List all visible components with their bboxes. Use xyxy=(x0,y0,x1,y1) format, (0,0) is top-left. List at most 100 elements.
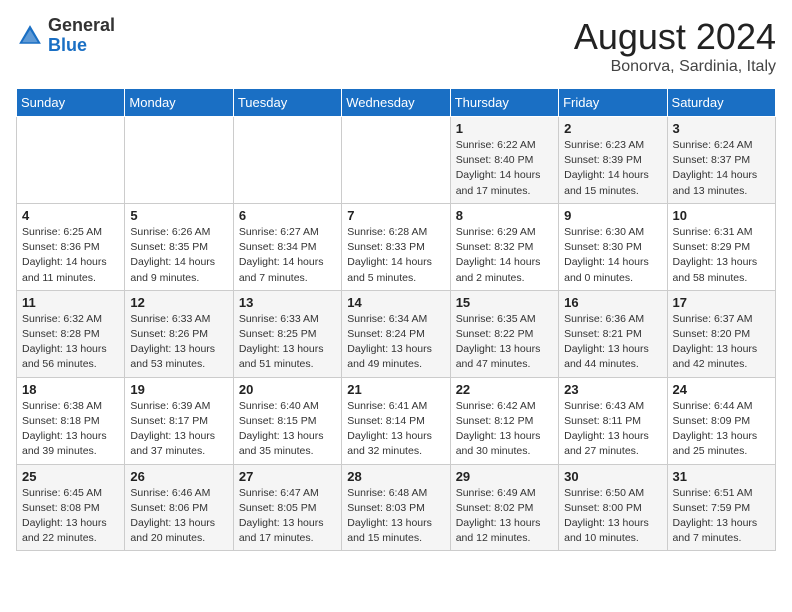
calendar-table: SundayMondayTuesdayWednesdayThursdayFrid… xyxy=(16,88,776,551)
calendar-cell: 23 Sunrise: 6:43 AM Sunset: 8:11 PM Dayli… xyxy=(559,377,667,464)
calendar-cell: 16 Sunrise: 6:36 AM Sunset: 8:21 PM Dayli… xyxy=(559,290,667,377)
day-number: 28 xyxy=(347,469,444,484)
day-header-thursday: Thursday xyxy=(450,89,558,117)
day-detail: Sunrise: 6:25 AM Sunset: 8:36 PM Dayligh… xyxy=(22,225,119,286)
day-number: 27 xyxy=(239,469,336,484)
day-detail: Sunrise: 6:26 AM Sunset: 8:35 PM Dayligh… xyxy=(130,225,227,286)
location-subtitle: Bonorva, Sardinia, Italy xyxy=(574,58,776,76)
day-number: 16 xyxy=(564,295,661,310)
day-detail: Sunrise: 6:33 AM Sunset: 8:26 PM Dayligh… xyxy=(130,312,227,373)
calendar-header: SundayMondayTuesdayWednesdayThursdayFrid… xyxy=(17,89,776,117)
day-detail: Sunrise: 6:22 AM Sunset: 8:40 PM Dayligh… xyxy=(456,138,553,199)
logo-icon xyxy=(16,22,44,50)
day-number: 21 xyxy=(347,382,444,397)
day-number: 22 xyxy=(456,382,553,397)
calendar-cell: 15 Sunrise: 6:35 AM Sunset: 8:22 PM Dayli… xyxy=(450,290,558,377)
day-header-tuesday: Tuesday xyxy=(233,89,341,117)
day-number: 20 xyxy=(239,382,336,397)
calendar-cell: 14 Sunrise: 6:34 AM Sunset: 8:24 PM Dayli… xyxy=(342,290,450,377)
day-detail: Sunrise: 6:34 AM Sunset: 8:24 PM Dayligh… xyxy=(347,312,444,373)
day-detail: Sunrise: 6:23 AM Sunset: 8:39 PM Dayligh… xyxy=(564,138,661,199)
day-number: 30 xyxy=(564,469,661,484)
day-detail: Sunrise: 6:38 AM Sunset: 8:18 PM Dayligh… xyxy=(22,399,119,460)
day-detail: Sunrise: 6:39 AM Sunset: 8:17 PM Dayligh… xyxy=(130,399,227,460)
day-number: 4 xyxy=(22,208,119,223)
logo: General Blue xyxy=(16,16,115,56)
day-detail: Sunrise: 6:27 AM Sunset: 8:34 PM Dayligh… xyxy=(239,225,336,286)
day-detail: Sunrise: 6:24 AM Sunset: 8:37 PM Dayligh… xyxy=(673,138,770,199)
day-detail: Sunrise: 6:47 AM Sunset: 8:05 PM Dayligh… xyxy=(239,486,336,547)
calendar-cell: 3 Sunrise: 6:24 AM Sunset: 8:37 PM Daylig… xyxy=(667,117,775,204)
calendar-cell: 6Sunrise: 6:27 AM Sunset: 8:34 PM Daylig… xyxy=(233,203,341,290)
calendar-week-2: 4 Sunrise: 6:25 AM Sunset: 8:36 PM Daylig… xyxy=(17,203,776,290)
day-number: 18 xyxy=(22,382,119,397)
calendar-cell: 28Sunrise: 6:48 AM Sunset: 8:03 PM Dayli… xyxy=(342,464,450,551)
day-number: 3 xyxy=(673,121,770,136)
day-detail: Sunrise: 6:51 AM Sunset: 7:59 PM Dayligh… xyxy=(673,486,770,547)
calendar-cell: 20 Sunrise: 6:40 AM Sunset: 8:15 PM Dayli… xyxy=(233,377,341,464)
day-number: 31 xyxy=(673,469,770,484)
day-number: 26 xyxy=(130,469,227,484)
day-header-friday: Friday xyxy=(559,89,667,117)
day-detail: Sunrise: 6:45 AM Sunset: 8:08 PM Dayligh… xyxy=(22,486,119,547)
month-year-title: August 2024 xyxy=(574,16,776,58)
day-number: 2 xyxy=(564,121,661,136)
calendar-cell xyxy=(17,117,125,204)
calendar-cell: 18 Sunrise: 6:38 AM Sunset: 8:18 PM Dayli… xyxy=(17,377,125,464)
day-detail: Sunrise: 6:30 AM Sunset: 8:30 PM Dayligh… xyxy=(564,225,661,286)
calendar-cell: 21Sunrise: 6:41 AM Sunset: 8:14 PM Dayli… xyxy=(342,377,450,464)
day-header-sunday: Sunday xyxy=(17,89,125,117)
calendar-cell: 29Sunrise: 6:49 AM Sunset: 8:02 PM Dayli… xyxy=(450,464,558,551)
day-detail: Sunrise: 6:40 AM Sunset: 8:15 PM Dayligh… xyxy=(239,399,336,460)
day-header-monday: Monday xyxy=(125,89,233,117)
calendar-cell: 5 Sunrise: 6:26 AM Sunset: 8:35 PM Daylig… xyxy=(125,203,233,290)
day-detail: Sunrise: 6:36 AM Sunset: 8:21 PM Dayligh… xyxy=(564,312,661,373)
calendar-cell: 22 Sunrise: 6:42 AM Sunset: 8:12 PM Dayli… xyxy=(450,377,558,464)
day-detail: Sunrise: 6:33 AM Sunset: 8:25 PM Dayligh… xyxy=(239,312,336,373)
day-number: 11 xyxy=(22,295,119,310)
calendar-cell: 2 Sunrise: 6:23 AM Sunset: 8:39 PM Daylig… xyxy=(559,117,667,204)
day-number: 17 xyxy=(673,295,770,310)
day-detail: Sunrise: 6:32 AM Sunset: 8:28 PM Dayligh… xyxy=(22,312,119,373)
calendar-cell: 12 Sunrise: 6:33 AM Sunset: 8:26 PM Dayli… xyxy=(125,290,233,377)
calendar-week-1: 1Sunrise: 6:22 AM Sunset: 8:40 PM Daylig… xyxy=(17,117,776,204)
calendar-cell: 13Sunrise: 6:33 AM Sunset: 8:25 PM Dayli… xyxy=(233,290,341,377)
day-detail: Sunrise: 6:28 AM Sunset: 8:33 PM Dayligh… xyxy=(347,225,444,286)
calendar-cell: 31 Sunrise: 6:51 AM Sunset: 7:59 PM Dayli… xyxy=(667,464,775,551)
day-detail: Sunrise: 6:35 AM Sunset: 8:22 PM Dayligh… xyxy=(456,312,553,373)
day-number: 14 xyxy=(347,295,444,310)
logo-blue-text: Blue xyxy=(48,35,87,55)
calendar-cell xyxy=(233,117,341,204)
calendar-week-4: 18 Sunrise: 6:38 AM Sunset: 8:18 PM Dayli… xyxy=(17,377,776,464)
day-number: 12 xyxy=(130,295,227,310)
calendar-cell: 4 Sunrise: 6:25 AM Sunset: 8:36 PM Daylig… xyxy=(17,203,125,290)
day-detail: Sunrise: 6:43 AM Sunset: 8:11 PM Dayligh… xyxy=(564,399,661,460)
day-detail: Sunrise: 6:29 AM Sunset: 8:32 PM Dayligh… xyxy=(456,225,553,286)
day-number: 25 xyxy=(22,469,119,484)
day-number: 9 xyxy=(564,208,661,223)
day-detail: Sunrise: 6:44 AM Sunset: 8:09 PM Dayligh… xyxy=(673,399,770,460)
calendar-cell: 17 Sunrise: 6:37 AM Sunset: 8:20 PM Dayli… xyxy=(667,290,775,377)
day-header-saturday: Saturday xyxy=(667,89,775,117)
day-detail: Sunrise: 6:37 AM Sunset: 8:20 PM Dayligh… xyxy=(673,312,770,373)
title-block: August 2024 Bonorva, Sardinia, Italy xyxy=(574,16,776,76)
day-number: 5 xyxy=(130,208,227,223)
page-header: General Blue August 2024 Bonorva, Sardin… xyxy=(16,16,776,76)
day-detail: Sunrise: 6:50 AM Sunset: 8:00 PM Dayligh… xyxy=(564,486,661,547)
day-number: 10 xyxy=(673,208,770,223)
calendar-cell: 9 Sunrise: 6:30 AM Sunset: 8:30 PM Daylig… xyxy=(559,203,667,290)
day-number: 23 xyxy=(564,382,661,397)
calendar-cell xyxy=(125,117,233,204)
day-detail: Sunrise: 6:42 AM Sunset: 8:12 PM Dayligh… xyxy=(456,399,553,460)
calendar-cell: 26 Sunrise: 6:46 AM Sunset: 8:06 PM Dayli… xyxy=(125,464,233,551)
calendar-cell: 10 Sunrise: 6:31 AM Sunset: 8:29 PM Dayli… xyxy=(667,203,775,290)
calendar-cell: 11 Sunrise: 6:32 AM Sunset: 8:28 PM Dayli… xyxy=(17,290,125,377)
calendar-cell: 19Sunrise: 6:39 AM Sunset: 8:17 PM Dayli… xyxy=(125,377,233,464)
day-number: 15 xyxy=(456,295,553,310)
calendar-body: 1Sunrise: 6:22 AM Sunset: 8:40 PM Daylig… xyxy=(17,117,776,551)
calendar-cell: 7Sunrise: 6:28 AM Sunset: 8:33 PM Daylig… xyxy=(342,203,450,290)
day-detail: Sunrise: 6:31 AM Sunset: 8:29 PM Dayligh… xyxy=(673,225,770,286)
calendar-cell: 1Sunrise: 6:22 AM Sunset: 8:40 PM Daylig… xyxy=(450,117,558,204)
day-header-wednesday: Wednesday xyxy=(342,89,450,117)
day-detail: Sunrise: 6:46 AM Sunset: 8:06 PM Dayligh… xyxy=(130,486,227,547)
